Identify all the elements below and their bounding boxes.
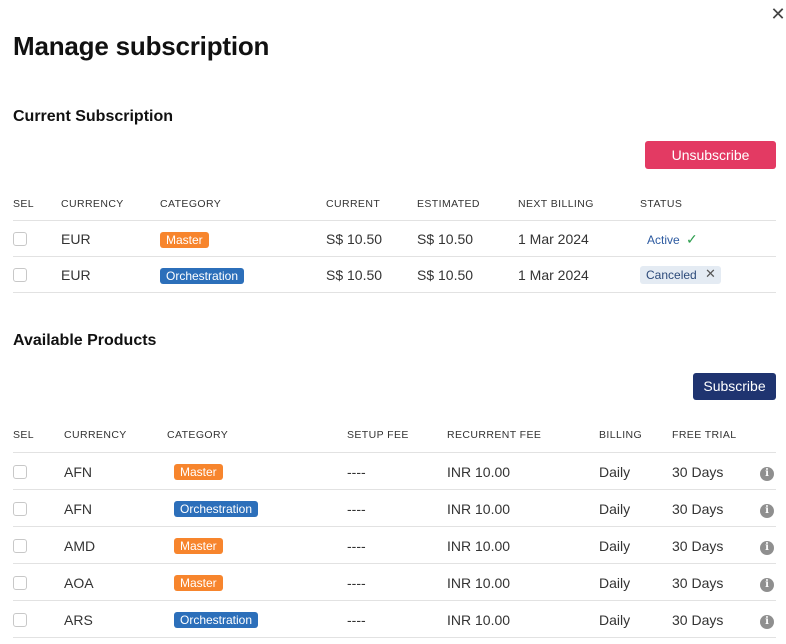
free-trial-cell: 30 Days — [672, 538, 724, 554]
free-trial-cell: 30 Days — [672, 501, 724, 517]
setup-fee-cell: ---- — [347, 501, 366, 517]
row-select-checkbox[interactable] — [13, 268, 27, 282]
col-billing: BILLING — [599, 429, 643, 441]
category-badge: Orchestration — [174, 501, 259, 517]
table-header: SEL CURRENCY CATEGORY SETUP FEE RECURREN… — [13, 426, 776, 446]
recurrent-fee-cell: INR 10.00 — [447, 612, 511, 628]
row-select-checkbox[interactable] — [13, 576, 27, 590]
col-current: CURRENT — [326, 198, 381, 210]
remove-icon[interactable]: ✕ — [705, 266, 716, 282]
row-select-checkbox[interactable] — [13, 502, 27, 516]
billing-cell: Daily — [599, 538, 631, 554]
setup-fee-cell: ---- — [347, 612, 366, 628]
table-row: AFN Master ---- INR 10.00 Daily 30 Days … — [13, 452, 776, 489]
close-icon[interactable]: ✕ — [770, 5, 786, 23]
col-sel: SEL — [13, 198, 35, 210]
divider — [13, 637, 776, 638]
setup-fee-cell: ---- — [347, 538, 366, 554]
table-row: EUR Master S$ 10.50 S$ 10.50 1 Mar 2024 … — [13, 220, 776, 256]
col-setup-fee: SETUP FEE — [347, 429, 409, 441]
status-badge: Active — [647, 233, 680, 247]
col-estimated: ESTIMATED — [417, 198, 480, 210]
table-row: AFN Orchestration ---- INR 10.00 Daily 3… — [13, 489, 776, 526]
info-icon[interactable]: i — [760, 578, 774, 592]
recurrent-fee-cell: INR 10.00 — [447, 501, 511, 517]
col-free-trial: FREE TRIAL — [672, 429, 737, 441]
currency-cell: AFN — [64, 501, 92, 517]
col-category: CATEGORY — [167, 429, 229, 441]
category-badge: Orchestration — [174, 612, 259, 628]
currency-cell: AOA — [64, 575, 94, 591]
next-billing-cell: 1 Mar 2024 — [518, 267, 589, 283]
billing-cell: Daily — [599, 612, 631, 628]
category-badge: Master — [174, 575, 223, 591]
table-row: AOA Master ---- INR 10.00 Daily 30 Days … — [13, 563, 776, 600]
currency-cell: AFN — [64, 464, 92, 480]
col-status: STATUS — [640, 198, 683, 210]
info-icon[interactable]: i — [760, 467, 774, 481]
estimated-cell: S$ 10.50 — [417, 231, 474, 247]
recurrent-fee-cell: INR 10.00 — [447, 575, 511, 591]
free-trial-cell: 30 Days — [672, 464, 724, 480]
subscribe-button[interactable]: Subscribe — [693, 373, 776, 400]
info-icon[interactable]: i — [760, 541, 774, 555]
current-cell: S$ 10.50 — [326, 267, 383, 283]
estimated-cell: S$ 10.50 — [417, 267, 474, 283]
available-products-heading: Available Products — [13, 332, 157, 349]
setup-fee-cell: ---- — [347, 575, 366, 591]
billing-cell: Daily — [599, 464, 631, 480]
currency-cell: EUR — [61, 231, 91, 247]
check-icon: ✓ — [686, 231, 698, 247]
recurrent-fee-cell: INR 10.00 — [447, 538, 511, 554]
table-header: SEL CURRENCY CATEGORY CURRENT ESTIMATED … — [13, 195, 776, 215]
recurrent-fee-cell: INR 10.00 — [447, 464, 511, 480]
available-products-table: SEL CURRENCY CATEGORY SETUP FEE RECURREN… — [13, 426, 776, 638]
divider — [13, 292, 776, 293]
info-icon[interactable]: i — [760, 504, 774, 518]
info-icon[interactable]: i — [760, 615, 774, 629]
row-select-checkbox[interactable] — [13, 465, 27, 479]
col-next-billing: NEXT BILLING — [518, 198, 594, 210]
page-title: Manage subscription — [13, 31, 270, 61]
current-subscription-table: SEL CURRENCY CATEGORY CURRENT ESTIMATED … — [13, 195, 776, 293]
free-trial-cell: 30 Days — [672, 612, 724, 628]
billing-cell: Daily — [599, 501, 631, 517]
category-badge: Master — [160, 232, 209, 248]
row-select-checkbox[interactable] — [13, 613, 27, 627]
col-sel: SEL — [13, 429, 35, 441]
row-select-checkbox[interactable] — [13, 539, 27, 553]
row-select-checkbox[interactable] — [13, 232, 27, 246]
unsubscribe-button[interactable]: Unsubscribe — [645, 141, 776, 169]
col-category: CATEGORY — [160, 198, 222, 210]
col-currency: CURRENCY — [61, 198, 124, 210]
currency-cell: EUR — [61, 267, 91, 283]
col-recurrent-fee: RECURRENT FEE — [447, 429, 542, 441]
category-badge: Master — [174, 464, 223, 480]
currency-cell: ARS — [64, 612, 93, 628]
table-row: ARS Orchestration ---- INR 10.00 Daily 3… — [13, 600, 776, 637]
table-row: EUR Orchestration S$ 10.50 S$ 10.50 1 Ma… — [13, 256, 776, 292]
category-badge: Master — [174, 538, 223, 554]
col-currency: CURRENCY — [64, 429, 127, 441]
setup-fee-cell: ---- — [347, 464, 366, 480]
currency-cell: AMD — [64, 538, 96, 554]
category-badge: Orchestration — [160, 268, 245, 284]
free-trial-cell: 30 Days — [672, 575, 724, 591]
current-subscription-heading: Current Subscription — [13, 108, 174, 125]
current-cell: S$ 10.50 — [326, 231, 383, 247]
table-row: AMD Master ---- INR 10.00 Daily 30 Days … — [13, 526, 776, 563]
next-billing-cell: 1 Mar 2024 — [518, 231, 589, 247]
billing-cell: Daily — [599, 575, 631, 591]
